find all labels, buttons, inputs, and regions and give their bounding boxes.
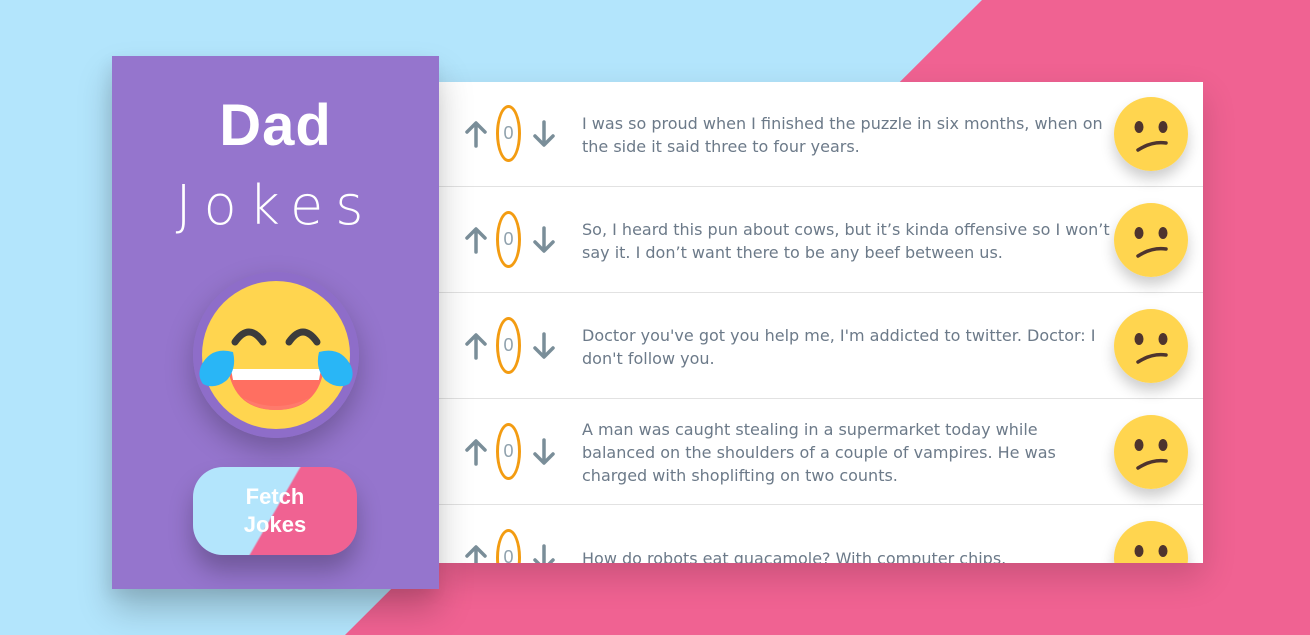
confused-face-icon xyxy=(1114,309,1188,383)
arrow-up-icon[interactable] xyxy=(465,226,487,254)
vote-count: 0 xyxy=(496,317,521,374)
joke-text: Doctor you've got you help me, I'm addic… xyxy=(582,326,1096,368)
confused-face-icon xyxy=(1114,203,1188,277)
confused-face-icon xyxy=(1114,415,1188,489)
joke-item: 0 I was so proud when I finished the puz… xyxy=(439,82,1203,187)
fetch-jokes-button-label: Fetch Jokes xyxy=(243,484,307,537)
arrow-up-icon[interactable] xyxy=(465,544,487,563)
arrow-down-icon[interactable] xyxy=(533,226,555,254)
confused-face-icon xyxy=(1114,521,1188,563)
vote-count: 0 xyxy=(496,423,521,480)
arrow-down-icon[interactable] xyxy=(533,438,555,466)
vote-count: 0 xyxy=(496,529,521,563)
arrow-up-icon[interactable] xyxy=(465,438,487,466)
joke-item: 0 So, I heard this pun about cows, but i… xyxy=(439,188,1203,293)
fetch-jokes-button[interactable]: Fetch Jokes xyxy=(193,467,357,555)
vote-count: 0 xyxy=(496,105,521,162)
arrow-down-icon[interactable] xyxy=(533,332,555,360)
joke-item: 0 Doctor you've got you help me, I'm add… xyxy=(439,294,1203,399)
laughing-tears-emoji-icon xyxy=(193,272,359,438)
joke-text: I was so proud when I finished the puzzl… xyxy=(582,114,1103,156)
arrow-down-icon[interactable] xyxy=(533,120,555,148)
joke-item: 0 A man was caught stealing in a superma… xyxy=(439,400,1203,505)
joke-text: So, I heard this pun about cows, but it’… xyxy=(582,220,1110,262)
joke-text: A man was caught stealing in a supermark… xyxy=(582,420,1056,485)
confused-face-icon xyxy=(1114,97,1188,171)
page-title-dad: Dad xyxy=(219,93,332,158)
arrow-down-icon[interactable] xyxy=(533,544,555,563)
arrow-up-icon[interactable] xyxy=(465,120,487,148)
joke-text: How do robots eat guacamole? With comput… xyxy=(582,549,1007,563)
joke-item: 0 How do robots eat guacamole? With comp… xyxy=(439,506,1203,563)
vote-count: 0 xyxy=(496,211,521,268)
joke-list: 0 I was so proud when I finished the puz… xyxy=(439,82,1203,563)
page-title-jokes: Jokes xyxy=(175,174,376,237)
arrow-up-icon[interactable] xyxy=(465,332,487,360)
